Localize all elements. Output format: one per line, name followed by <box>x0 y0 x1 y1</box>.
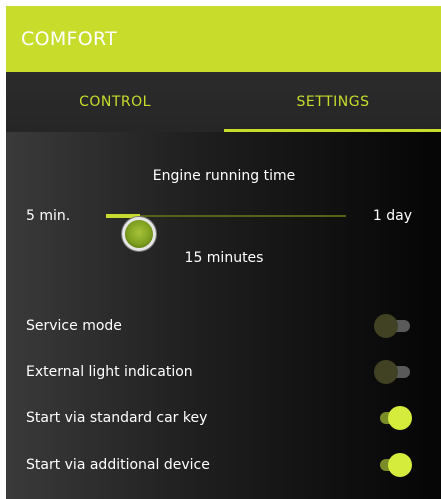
additional-device-toggle[interactable] <box>374 453 412 477</box>
tab-settings-label: SETTINGS <box>296 94 370 110</box>
engine-time-slider-thumb[interactable] <box>121 217 156 251</box>
toggle-knob <box>374 314 398 338</box>
toggle-knob <box>374 360 398 384</box>
standard-key-toggle[interactable] <box>374 406 412 430</box>
header-bar: COMFORT <box>6 6 441 72</box>
setting-row-external-light: External light indication <box>26 360 412 384</box>
comfort-screen: COMFORT CONTROL SETTINGS Engine running … <box>6 6 441 499</box>
setting-row-standard-key: Start via standard car key <box>26 406 412 430</box>
setting-row-service-mode: Service mode <box>26 314 412 338</box>
tab-control[interactable]: CONTROL <box>6 72 224 132</box>
page-title: COMFORT <box>21 28 118 50</box>
slider-max-label: 1 day <box>372 208 412 224</box>
tab-settings[interactable]: SETTINGS <box>224 72 441 132</box>
engine-time-value: 15 minutes <box>184 250 264 266</box>
tab-bar: CONTROL SETTINGS <box>6 72 441 132</box>
slider-min-label: 5 min. <box>26 208 71 224</box>
setting-row-additional-device: Start via additional device <box>26 453 412 477</box>
settings-panel: Engine running time 5 min. 1 day 15 minu… <box>6 132 441 499</box>
service-mode-label: Service mode <box>26 318 122 334</box>
service-mode-toggle[interactable] <box>374 314 412 338</box>
standard-key-label: Start via standard car key <box>26 410 208 426</box>
tab-control-label: CONTROL <box>79 94 151 110</box>
additional-device-label: Start via additional device <box>26 457 210 473</box>
engine-time-slider-row: 5 min. 1 day <box>6 196 441 251</box>
toggle-knob <box>388 453 412 477</box>
external-light-toggle[interactable] <box>374 360 412 384</box>
engine-time-slider-track[interactable] <box>106 214 346 251</box>
toggle-knob <box>388 406 412 430</box>
engine-running-time-title: Engine running time <box>152 168 296 184</box>
external-light-label: External light indication <box>26 364 193 380</box>
